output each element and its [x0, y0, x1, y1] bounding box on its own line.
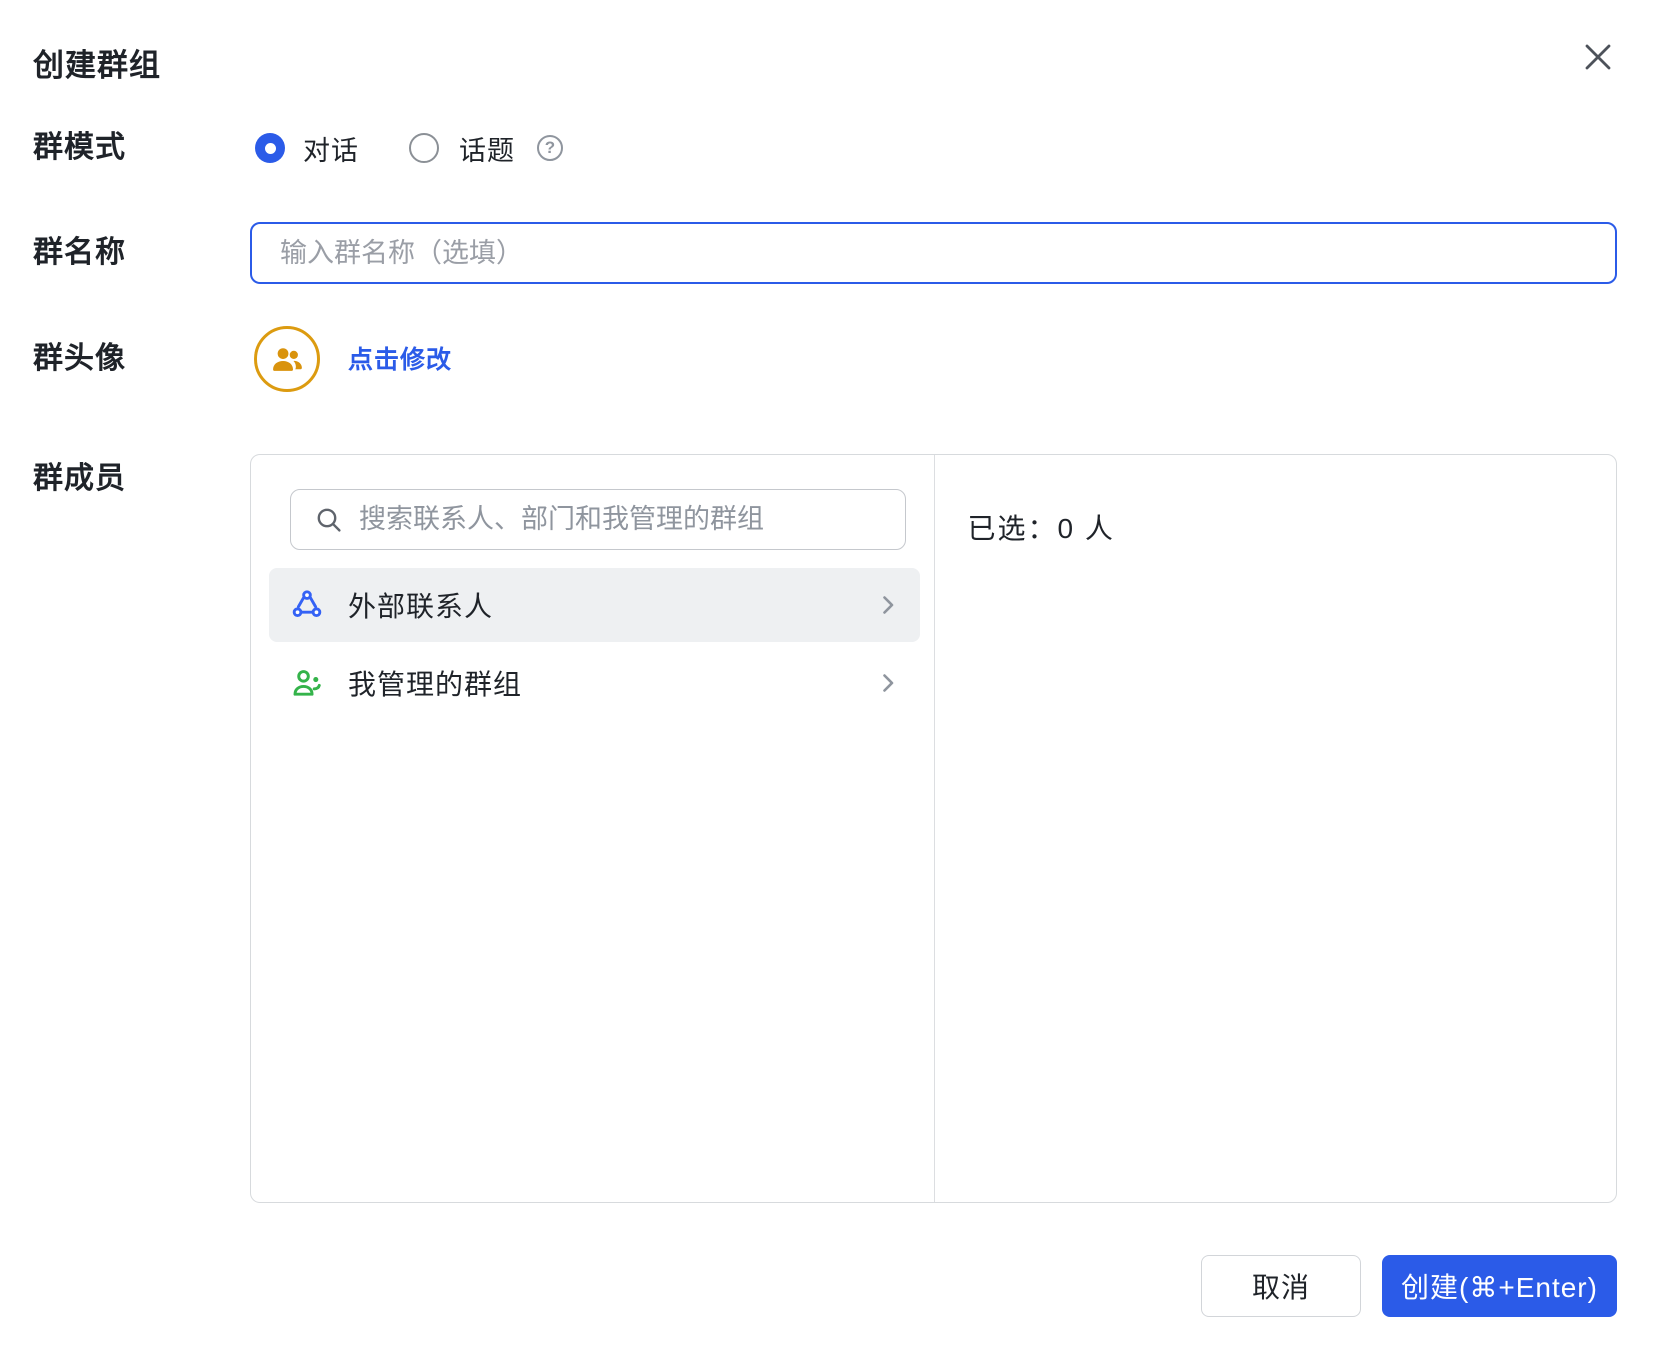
category-row-managed-groups[interactable]: 我管理的群组 [269, 646, 920, 720]
managed-groups-icon [291, 667, 323, 699]
category-row-external-contacts[interactable]: 外部联系人 [269, 568, 920, 642]
group-avatar-button[interactable] [254, 326, 320, 392]
cancel-button[interactable]: 取消 [1201, 1255, 1361, 1317]
members-picker: 外部联系人 我管理的群组 [250, 454, 1617, 1203]
group-mode-radio-group: 对话 话题 ? [255, 131, 563, 165]
create-group-dialog: 创建群组 群模式 对话 话题 ? 群名称 群头像 点击修改 群成员 [0, 0, 1654, 1360]
radio-conversation[interactable] [255, 133, 285, 163]
category-label: 我管理的群组 [348, 663, 876, 703]
panel-divider [934, 455, 936, 1202]
radio-topic-label[interactable]: 话题 [459, 129, 515, 168]
group-avatar-people-icon [268, 340, 306, 378]
create-button[interactable]: 创建(⌘+Enter) [1382, 1255, 1617, 1317]
member-search-input[interactable] [359, 504, 905, 535]
category-label: 外部联系人 [348, 585, 876, 625]
group-mode-label: 群模式 [33, 130, 126, 166]
radio-conversation-label[interactable]: 对话 [303, 129, 359, 168]
selected-count-summary: 已选：0 人 [968, 507, 1115, 547]
external-contacts-icon [291, 589, 323, 621]
chevron-right-icon [876, 671, 900, 695]
chevron-right-icon [876, 593, 900, 617]
page-title: 创建群组 [33, 40, 161, 85]
group-name-input[interactable] [250, 222, 1617, 284]
help-icon[interactable]: ? [537, 135, 563, 161]
member-search-box [290, 489, 906, 550]
radio-topic[interactable] [409, 133, 439, 163]
group-members-label: 群成员 [33, 461, 126, 497]
close-icon [1582, 41, 1614, 73]
group-avatar-label: 群头像 [33, 341, 126, 377]
close-button[interactable] [1572, 31, 1624, 83]
group-name-label: 群名称 [33, 235, 126, 271]
search-icon [314, 505, 344, 535]
avatar-change-link[interactable]: 点击修改 [348, 345, 452, 375]
